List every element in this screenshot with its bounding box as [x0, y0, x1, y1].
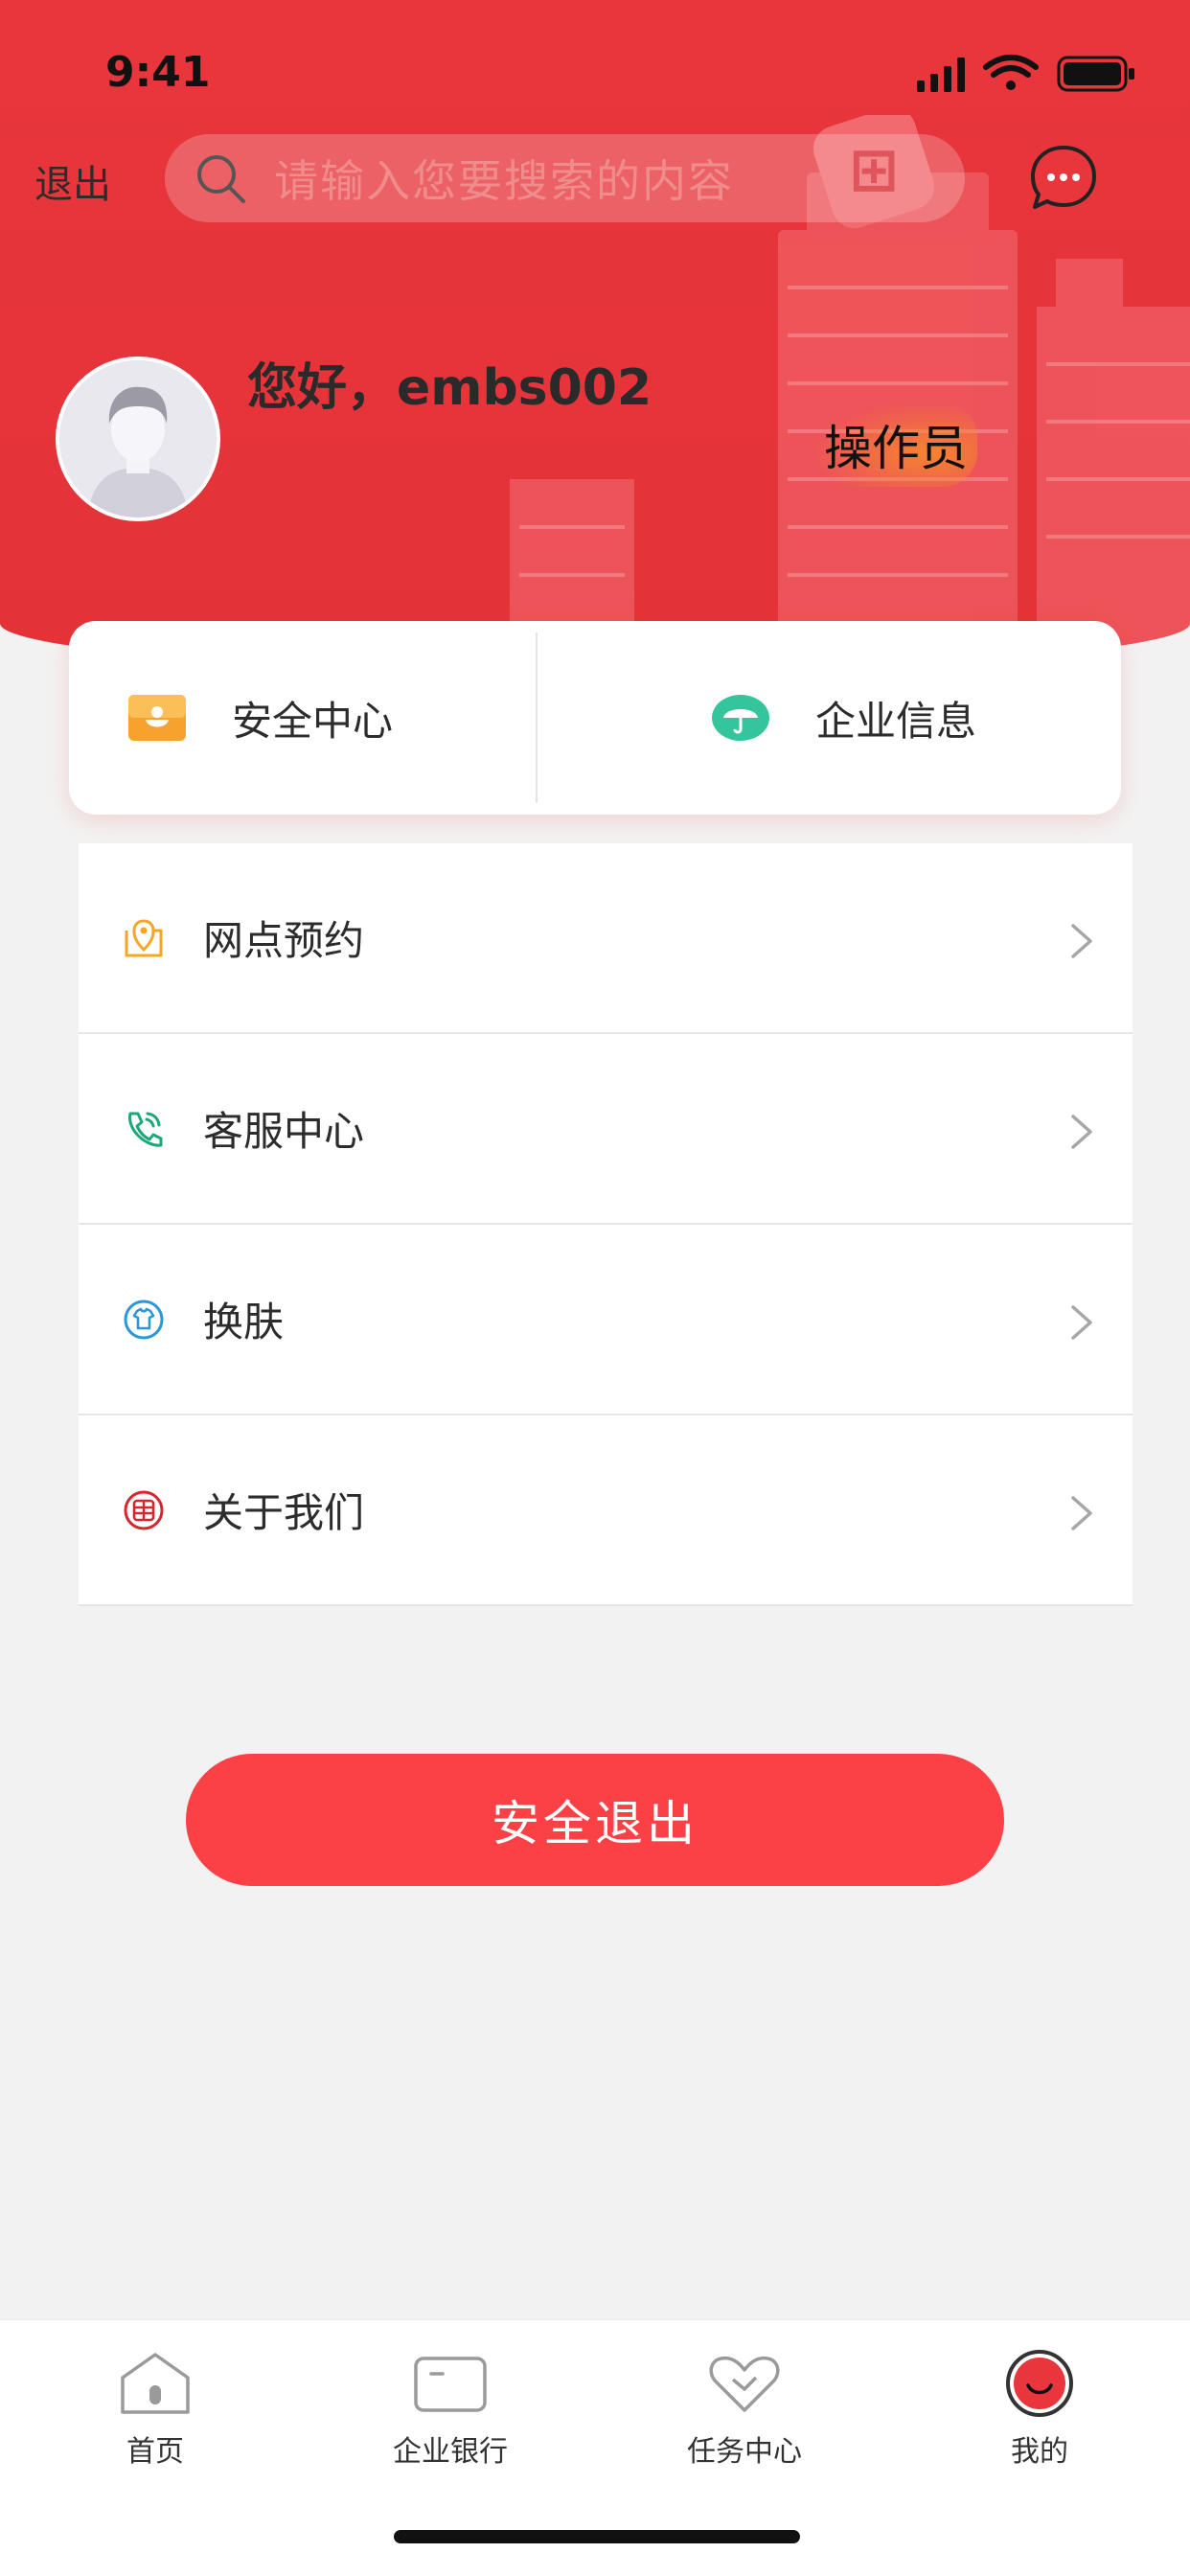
shirt-icon	[124, 1300, 164, 1339]
tab-home[interactable]: 首页	[59, 2349, 251, 2470]
chevron-right-icon	[1071, 1496, 1092, 1530]
menu-item-label: 网点预约	[203, 917, 365, 964]
profile-icon	[1006, 2350, 1073, 2417]
tab-mine[interactable]: 我的	[944, 2349, 1135, 2470]
search-icon	[197, 155, 245, 203]
quick-action-security-center[interactable]: 安全中心	[69, 621, 538, 815]
menu-item-label: 客服中心	[203, 1108, 365, 1155]
card-icon	[414, 2357, 487, 2412]
quick-action-company-info[interactable]: 企业信息	[538, 621, 1121, 815]
location-map-icon	[125, 918, 163, 956]
menu-item-customer-service[interactable]: 客服中心	[79, 1034, 1133, 1225]
role-badge: 操作员	[814, 402, 977, 487]
home-icon	[121, 2353, 190, 2414]
avatar[interactable]	[56, 356, 220, 521]
greeting-text: 您好，embs002	[247, 359, 652, 417]
tab-task-center[interactable]: 任务中心	[649, 2349, 840, 2470]
tab-label: 任务中心	[687, 2435, 802, 2469]
status-bar: 9:41	[0, 0, 1190, 134]
chevron-right-icon	[1071, 924, 1092, 958]
safety-center-icon	[128, 695, 186, 741]
menu-item-label: 换肤	[203, 1299, 285, 1346]
quick-action-label: 企业信息	[815, 697, 977, 745]
status-icons	[917, 55, 1134, 92]
menu-item-label: 关于我们	[203, 1489, 365, 1536]
search-bar[interactable]: 请输入您要搜索的内容	[165, 134, 965, 222]
chevron-right-icon	[1071, 1115, 1092, 1149]
search-placeholder: 请输入您要搜索的内容	[274, 155, 734, 207]
status-time: 9:41	[105, 48, 211, 97]
secure-logout-button[interactable]: 安全退出	[186, 1754, 1004, 1886]
quick-actions-card: 安全中心 企业信息	[69, 621, 1121, 815]
header-banner: ⊞ 9:41 退出 请输入您要搜索的内容 您好，embs002 操作员	[0, 0, 1190, 671]
home-indicator	[394, 2530, 800, 2543]
menu-item-branch-appointment[interactable]: 网点预约	[79, 843, 1133, 1034]
quick-action-label: 安全中心	[232, 697, 394, 745]
menu-item-change-skin[interactable]: 换肤	[79, 1225, 1133, 1415]
tab-enterprise-bank[interactable]: 企业银行	[355, 2349, 546, 2470]
menu-item-about-us[interactable]: 关于我们	[79, 1415, 1133, 1606]
header-logout-link[interactable]: 退出	[34, 153, 111, 209]
menu-list: 网点预约 客服中心 换肤 关于我们	[79, 843, 1133, 1606]
heart-icon	[709, 2356, 780, 2412]
tab-label: 企业银行	[393, 2435, 508, 2469]
message-icon[interactable]	[1029, 144, 1098, 213]
phone-icon	[128, 1112, 163, 1147]
tab-label: 首页	[126, 2435, 184, 2469]
umbrella-icon	[712, 695, 769, 741]
profile-page: ⊞ 9:41 退出 请输入您要搜索的内容 您好，embs002 操作员 安全中心…	[0, 0, 1190, 2576]
tab-label: 我的	[1011, 2435, 1068, 2469]
bank-logo-icon	[124, 1490, 164, 1530]
user-avatar-icon	[59, 360, 217, 518]
chevron-right-icon	[1071, 1305, 1092, 1340]
